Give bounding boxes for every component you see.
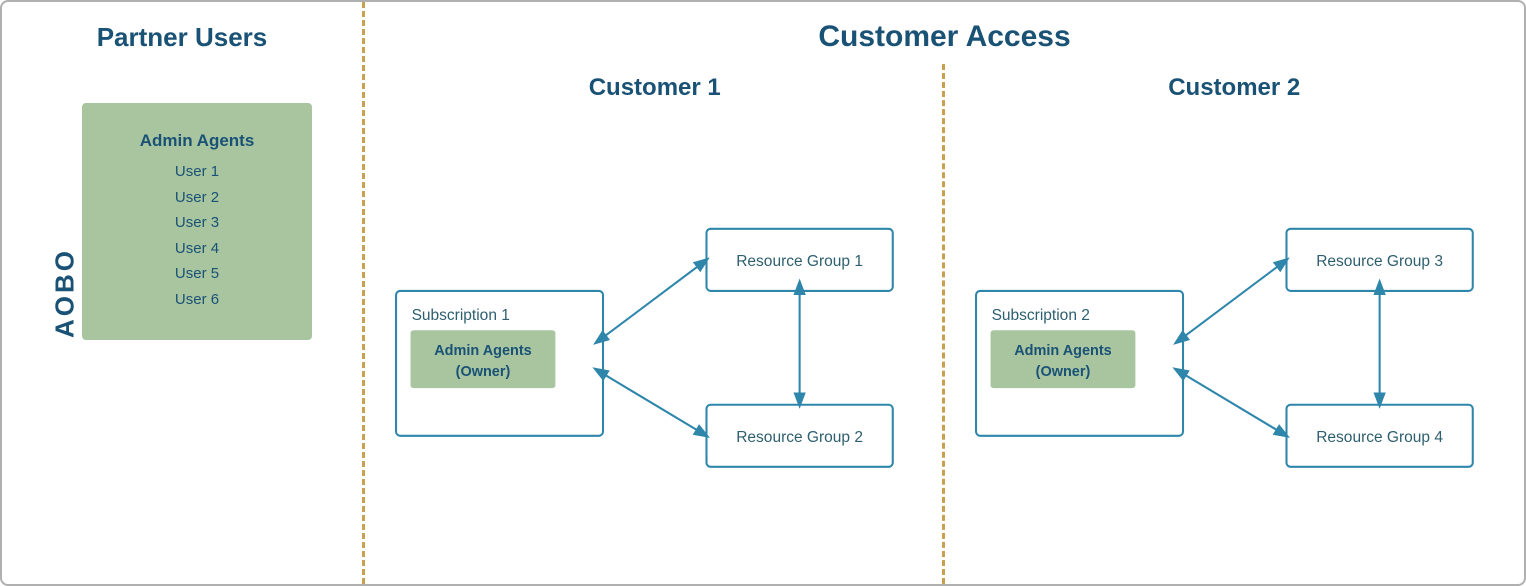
- subscription1-label: Subscription 1: [412, 307, 510, 324]
- customer-access-title: Customer Access: [365, 2, 1524, 64]
- admin-user-5: User 5: [122, 261, 272, 287]
- admin-user-3: User 3: [122, 210, 272, 236]
- admin-agents-box: Admin Agents User 1 User 2 User 3 User 4…: [82, 103, 312, 340]
- diagram-container: Partner Users AOBO Admin Agents User 1 U…: [0, 0, 1526, 586]
- customer1-title: Customer 1: [589, 74, 721, 102]
- resource-group1-label: Resource Group 1: [736, 253, 863, 270]
- admin-agents-title: Admin Agents: [122, 131, 272, 151]
- admin-agents-owner-c2: Admin Agents: [1014, 343, 1112, 359]
- svg-text:(Owner): (Owner): [1035, 364, 1090, 380]
- admin-user-6: User 6: [122, 287, 272, 313]
- aobo-label: AOBO: [50, 248, 81, 338]
- admin-agents-owner-c1: Admin Agents: [434, 343, 532, 359]
- customer1-section: Customer 1 Subscription 1 Admin Agents (…: [365, 64, 945, 584]
- subscription2-label: Subscription 2: [991, 307, 1089, 324]
- svg-text:(Owner): (Owner): [456, 364, 511, 380]
- admin-user-4: User 4: [122, 236, 272, 262]
- right-panel: Customer Access Customer 1 Subscription …: [365, 2, 1524, 584]
- customers-row: Customer 1 Subscription 1 Admin Agents (…: [365, 64, 1524, 584]
- customer2-svg: Subscription 2 Admin Agents (Owner) Reso…: [945, 132, 1525, 574]
- customer2-section: Customer 2 Subscription 2 Admin Agents (…: [945, 64, 1525, 584]
- admin-user-1: User 1: [122, 159, 272, 185]
- resource-group4-label: Resource Group 4: [1316, 429, 1443, 446]
- admin-user-2: User 2: [122, 185, 272, 211]
- resource-group2-label: Resource Group 2: [736, 429, 863, 446]
- customer2-diagram: Subscription 2 Admin Agents (Owner) Reso…: [945, 132, 1525, 574]
- customer2-title: Customer 2: [1168, 74, 1300, 102]
- customer1-svg: Subscription 1 Admin Agents (Owner) Reso…: [365, 132, 945, 574]
- left-panel: Partner Users AOBO Admin Agents User 1 U…: [2, 2, 362, 584]
- resource-group3-label: Resource Group 3: [1316, 253, 1443, 270]
- customer1-diagram: Subscription 1 Admin Agents (Owner) Reso…: [365, 132, 945, 574]
- partner-users-title: Partner Users: [97, 22, 268, 53]
